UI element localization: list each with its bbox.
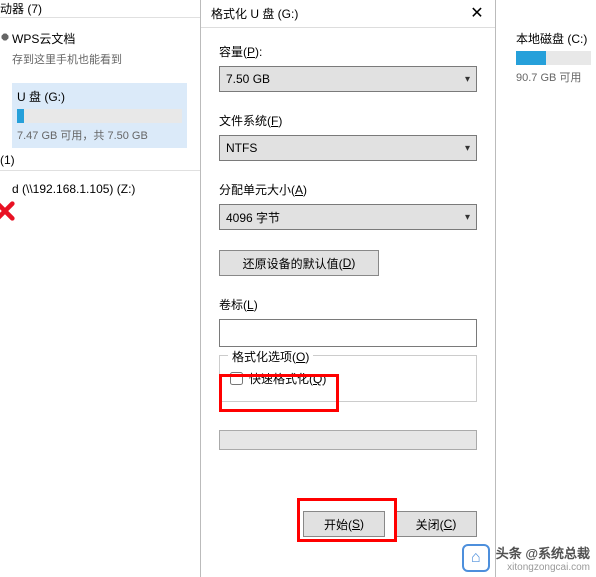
allocation-label: 分配单元大小(A) <box>219 181 477 198</box>
drive-name: d (\\192.168.1.105) (Z:) <box>12 182 187 196</box>
format-options-group: 格式化选项(O) 快速格式化(Q) <box>219 355 477 402</box>
chevron-down-icon: ▾ <box>465 212 470 223</box>
drive-name: WPS云文档 <box>12 30 187 47</box>
capacity-label: 容量(P): <box>219 43 477 60</box>
drive-item-network[interactable]: d (\\192.168.1.105) (Z:) <box>12 182 187 196</box>
chevron-down-icon: ▾ <box>465 143 470 154</box>
allocation-select[interactable]: 4096 字节 ▾ <box>219 204 477 230</box>
volume-label-input[interactable] <box>219 319 477 347</box>
capacity-select[interactable]: 7.50 GB ▾ <box>219 66 477 92</box>
drive-subtext: 7.47 GB 可用，共 7.50 GB <box>17 127 182 143</box>
drive-name: 本地磁盘 (C:) <box>516 30 596 47</box>
close-icon[interactable]: ✕ <box>467 4 487 24</box>
dialog-titlebar: 格式化 U 盘 (G:) ✕ <box>201 0 495 28</box>
section-header-network: (1) <box>0 153 15 167</box>
progress-bar <box>219 430 477 450</box>
watermark-text-1: 头条 @系统总裁 <box>496 543 590 562</box>
drive-subtext: 90.7 GB 可用 <box>516 69 596 85</box>
watermark-text-2: xitongzongcai.com <box>496 562 590 573</box>
quick-format-box[interactable] <box>230 372 243 385</box>
drive-subtext: 存到这里手机也能看到 <box>12 51 187 67</box>
close-button[interactable]: 关闭(C) <box>395 511 477 537</box>
watermark: ⌂ 头条 @系统总裁 xitongzongcai.com <box>462 543 590 573</box>
quick-format-text: 快速格式化(Q) <box>249 370 326 387</box>
start-button[interactable]: 开始(S) <box>303 511 385 537</box>
format-dialog: 格式化 U 盘 (G:) ✕ 容量(P): 7.50 GB ▾ 文件系统(F) … <box>200 0 496 577</box>
volume-label-label: 卷标(L) <box>219 296 477 313</box>
divider <box>0 170 200 171</box>
section-header-drives: 动器 (7) <box>0 0 42 17</box>
allocation-value: 4096 字节 <box>226 209 280 226</box>
drive-item-wps[interactable]: WPS云文档 存到这里手机也能看到 <box>12 30 187 67</box>
divider <box>0 17 200 18</box>
drive-item-udisk-selected[interactable]: U 盘 (G:) 7.47 GB 可用，共 7.50 GB <box>12 83 187 148</box>
cloud-doc-icon <box>0 32 10 42</box>
capacity-bar <box>17 109 182 123</box>
capacity-bar <box>516 51 591 65</box>
filesystem-label: 文件系统(F) <box>219 112 477 129</box>
drive-name: U 盘 (G:) <box>17 88 182 105</box>
drive-item-local-c[interactable]: 本地磁盘 (C:) 90.7 GB 可用 <box>516 30 596 85</box>
filesystem-value: NTFS <box>226 141 257 155</box>
chevron-down-icon: ▾ <box>465 74 470 85</box>
quick-format-checkbox[interactable]: 快速格式化(Q) <box>230 370 466 387</box>
watermark-icon: ⌂ <box>462 544 490 572</box>
format-options-label: 格式化选项(O) <box>228 348 313 365</box>
filesystem-select[interactable]: NTFS ▾ <box>219 135 477 161</box>
error-x-icon <box>0 200 16 222</box>
dialog-title-text: 格式化 U 盘 (G:) <box>211 7 298 21</box>
restore-defaults-button[interactable]: 还原设备的默认值(D) <box>219 250 379 276</box>
capacity-value: 7.50 GB <box>226 72 270 86</box>
